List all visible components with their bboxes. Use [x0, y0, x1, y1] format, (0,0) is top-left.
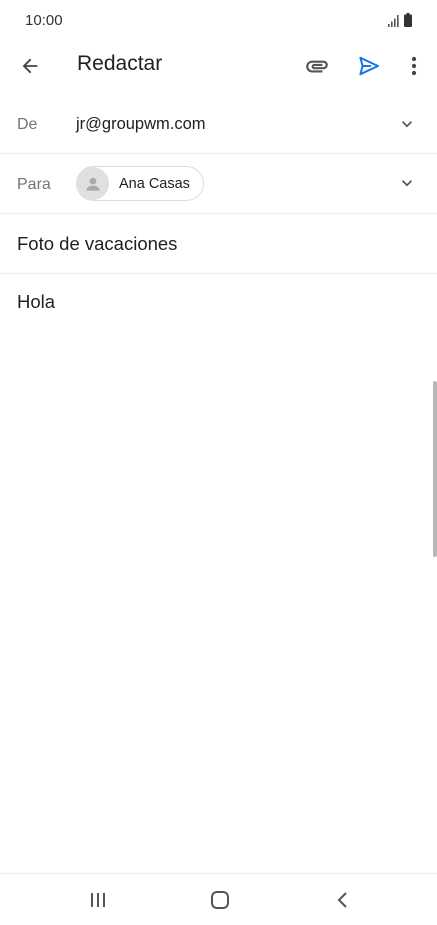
body-editor[interactable]: Hola [0, 274, 437, 872]
status-icons [388, 13, 412, 27]
signal-icon [388, 15, 399, 27]
from-expand-button[interactable] [394, 111, 420, 137]
recipient-chip[interactable]: Ana Casas [76, 166, 204, 201]
more-vert-icon [411, 56, 417, 76]
paperclip-icon [306, 60, 328, 73]
page-title: Redactar [77, 52, 163, 75]
home-icon [211, 891, 229, 909]
system-nav-bar [0, 873, 437, 925]
attach-button[interactable] [300, 50, 334, 82]
to-expand-button[interactable] [394, 170, 420, 196]
recents-button[interactable] [82, 886, 114, 914]
avatar [76, 167, 109, 200]
from-account[interactable]: jr@groupwm.com [76, 115, 206, 134]
send-button[interactable] [352, 50, 386, 82]
battery-icon [404, 13, 412, 27]
recipient-name: Ana Casas [119, 175, 190, 192]
nav-back-button[interactable] [328, 886, 358, 914]
status-bar: 10:00 [0, 0, 437, 42]
chevron-down-icon [402, 121, 412, 128]
app-bar: Redactar [0, 42, 437, 88]
more-options-button[interactable] [400, 50, 428, 82]
home-button[interactable] [204, 886, 236, 914]
back-button[interactable] [14, 50, 46, 82]
to-row: Para Ana Casas [0, 154, 437, 214]
from-label: De [17, 116, 38, 133]
chevron-down-icon [402, 180, 412, 187]
status-time: 10:00 [25, 12, 63, 29]
person-icon [85, 177, 100, 191]
back-icon [337, 892, 347, 908]
scrollbar-thumb[interactable] [433, 381, 437, 557]
to-label: Para [17, 176, 51, 193]
arrow-back-icon [22, 58, 38, 74]
recents-icon [91, 893, 105, 907]
send-icon [359, 56, 379, 76]
subject-row: Foto de vacaciones [0, 214, 437, 274]
body-text: Hola [17, 291, 56, 312]
subject-input[interactable]: Foto de vacaciones [17, 233, 177, 255]
from-row: De jr@groupwm.com [0, 96, 437, 154]
